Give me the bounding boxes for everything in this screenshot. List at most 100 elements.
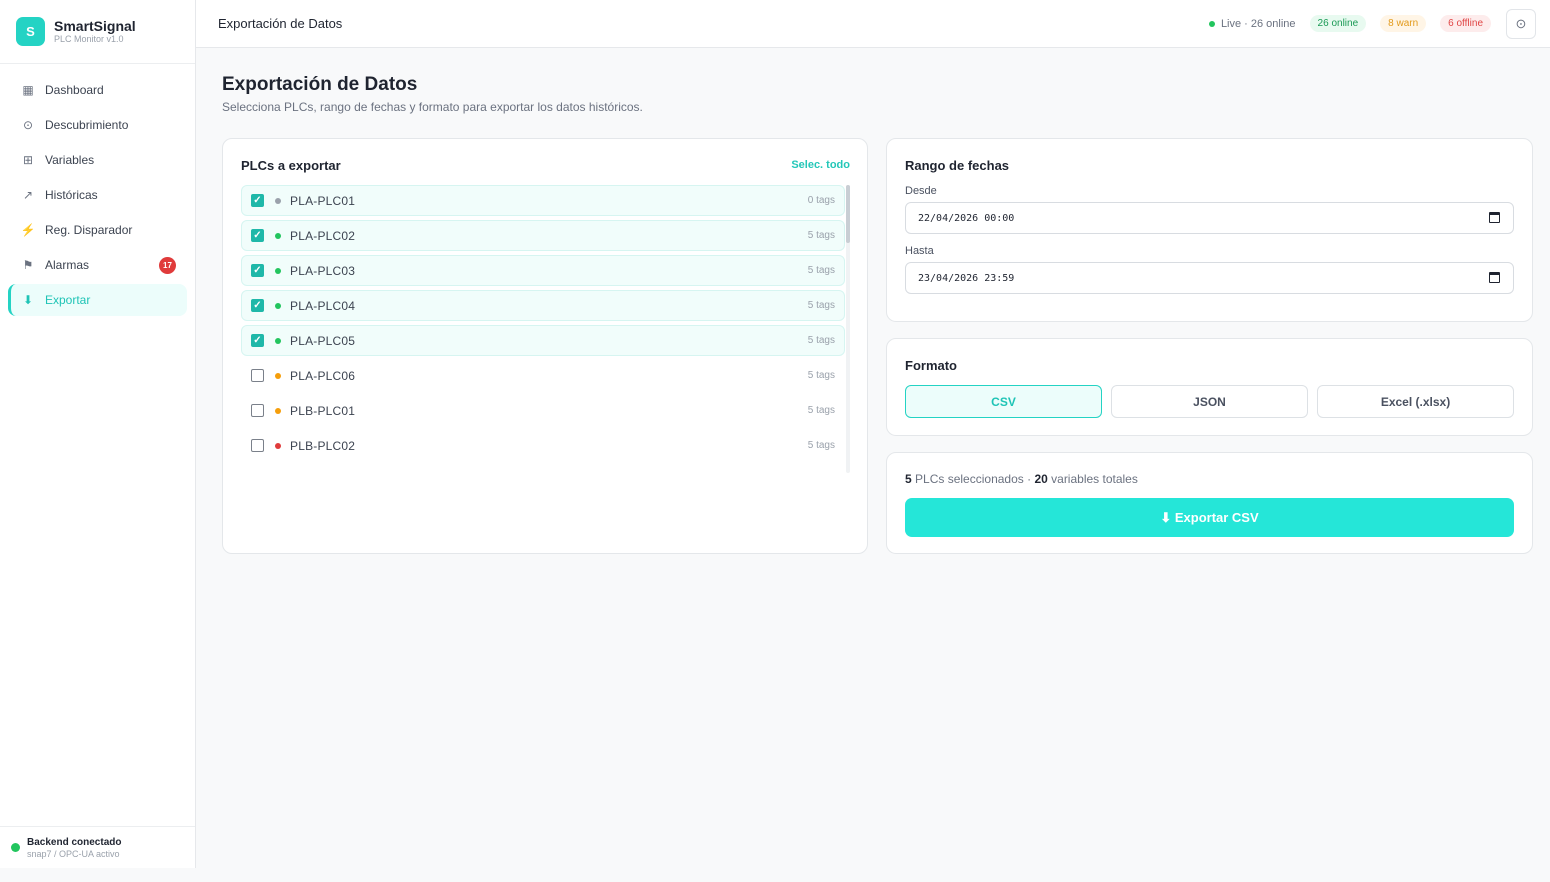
table-icon: ⊞ [22,153,34,167]
status-dot [275,337,281,344]
plc-checkbox[interactable] [251,369,264,382]
plc-selection-card: PLCs a exportar Selec. todo PLA-PLC01 0 t… [222,138,868,554]
plc-list-scrollbar[interactable] [846,185,850,473]
scrollbar-thumb[interactable] [846,185,850,243]
plc-checkbox[interactable] [251,264,264,277]
plc-tag-count: 5 tags [807,405,835,416]
status-dot [275,232,281,239]
plc-row[interactable]: PLA-PLC05 5 tags [241,325,845,356]
live-indicator: Live · 26 online [1208,17,1296,30]
variable-count-label: variables totales [1051,472,1138,486]
plc-name: PLA-PLC05 [290,333,356,348]
plc-name: PLA-PLC03 [290,263,356,278]
plc-count: 5 [905,472,912,486]
sidebar-item-variables[interactable]: ⊞ Variables [8,144,187,176]
plc-row[interactable]: PLB-PLC01 5 tags [241,395,845,426]
plc-row[interactable]: PLA-PLC06 5 tags [241,360,845,391]
page-subtitle: Selecciona PLCs, rango de fechas y forma… [222,100,643,114]
brand-name: SmartSignal [54,18,136,34]
format-excel-button[interactable]: Excel (.xlsx) [1317,385,1514,418]
plc-name: PLA-PLC06 [290,368,356,383]
select-all-link[interactable]: Selec. todo [791,159,850,171]
plc-count-label: PLCs seleccionados · [915,472,1032,486]
plc-checkbox[interactable] [251,299,264,312]
plc-row[interactable]: PLA-PLC02 5 tags [241,220,845,251]
format-csv-button[interactable]: CSV [905,385,1102,418]
date-range-title: Rango de fechas [905,158,1010,173]
settings-button[interactable]: ⊙ [1506,8,1536,39]
sidebar-item-label: Variables [45,153,95,167]
grid-icon: ▦ [22,83,34,97]
status-dot [275,267,281,274]
offline-badge: 6 offline [1440,15,1491,32]
from-date-value: 22/04/2026 00:00 [918,212,1015,224]
settings-icon: ⊙ [1515,15,1527,31]
calendar-icon[interactable] [1489,272,1500,283]
alarm-count-badge: 17 [159,257,176,274]
plc-checkbox[interactable] [251,404,264,417]
sidebar-item-label: Reg. Disparador [45,223,133,237]
plc-row[interactable]: PLB-PLC02 5 tags [241,430,845,461]
sidebar-item-label: Descubrimiento [45,118,129,132]
sidebar-nav: ▦ Dashboard ⊙ Descubrimiento ⊞ Variables ↗ Hist… [0,64,195,319]
online-badge: 26 online [1309,15,1367,32]
plc-row[interactable]: PLA-PLC03 5 tags [241,255,845,286]
selection-summary: 5 PLCs seleccionados · 20 variables tota… [905,472,1138,486]
status-dot [275,372,281,379]
plc-checkbox[interactable] [251,439,264,452]
plc-checkbox[interactable] [251,229,264,242]
status-dot [275,197,281,204]
live-text: Live · 26 online [1220,17,1296,30]
plc-name: PLA-PLC01 [290,193,356,208]
backend-status-title: Backend conectado [27,836,122,848]
sidebar-item-reg-disparador[interactable]: ⚡ Reg. Disparador [8,214,187,246]
bolt-icon: ⚡ [20,223,36,237]
app-root: S SmartSignal PLC Monitor v1.0 ▦ Dashboar… [0,0,1550,882]
export-button[interactable]: ⬇ Exportar CSV [905,498,1514,537]
sidebar-item-dashboard[interactable]: ▦ Dashboard [8,74,187,106]
live-dot [1208,20,1215,27]
plc-tag-count: 5 tags [807,440,835,451]
format-title: Formato [905,358,957,373]
from-label: Desde [905,185,937,197]
backend-status-dot [11,843,20,852]
trend-icon: ↗ [22,188,34,202]
plc-row[interactable]: PLA-PLC04 5 tags [241,290,845,321]
plc-tag-count: 5 tags [807,335,835,346]
to-date-value: 23/04/2026 23:59 [918,272,1015,284]
plc-tag-count: 5 tags [807,370,835,381]
status-dot [275,407,281,414]
variable-count: 20 [1034,472,1048,486]
topbar: Exportación de Datos Live · 26 online 26… [196,0,1550,48]
plc-tag-count: 5 tags [807,265,835,276]
topbar-status: Live · 26 online 26 online 8 warn 6 offl… [1208,8,1536,39]
from-date-input[interactable]: 22/04/2026 00:00 [905,202,1514,234]
format-json-button[interactable]: JSON [1111,385,1308,418]
sidebar-item-label: Históricas [45,188,98,202]
main-area: Exportación de Datos Live · 26 online 26… [196,0,1550,882]
plc-name: PLA-PLC04 [290,298,356,313]
topbar-title: Exportación de Datos [218,16,343,31]
calendar-icon[interactable] [1489,212,1500,223]
plc-row[interactable]: PLA-PLC01 0 tags [241,185,845,216]
sidebar-item-alarmas[interactable]: ⚑ Alarmas 17 [8,249,187,281]
plc-name: PLB-PLC01 [290,403,356,418]
to-date-input[interactable]: 23/04/2026 23:59 [905,262,1514,294]
plc-tag-count: 5 tags [807,300,835,311]
plc-checkbox[interactable] [251,334,264,347]
sidebar-item-exportar[interactable]: ⬇ Exportar [8,284,187,316]
radar-icon: ⊙ [22,118,34,132]
brand: S SmartSignal PLC Monitor v1.0 [0,0,195,64]
brand-version: PLC Monitor v1.0 [54,34,124,44]
status-dot [275,302,281,309]
brand-text: SmartSignal PLC Monitor v1.0 [54,18,136,45]
warn-badge: 8 warn [1380,15,1427,32]
plc-name: PLB-PLC02 [290,438,356,453]
page-title: Exportación de Datos [222,74,418,95]
date-range-card: Rango de fechas Desde 22/04/2026 00:00 H… [886,138,1533,322]
sidebar-item-históricas[interactable]: ↗ Históricas [8,179,187,211]
plc-checkbox[interactable] [251,194,264,207]
export-summary-card: 5 PLCs seleccionados · 20 variables tota… [886,452,1533,554]
backend-status: Backend conectado snap7 / OPC-UA activo [0,826,195,868]
sidebar-item-descubrimiento[interactable]: ⊙ Descubrimiento [8,109,187,141]
